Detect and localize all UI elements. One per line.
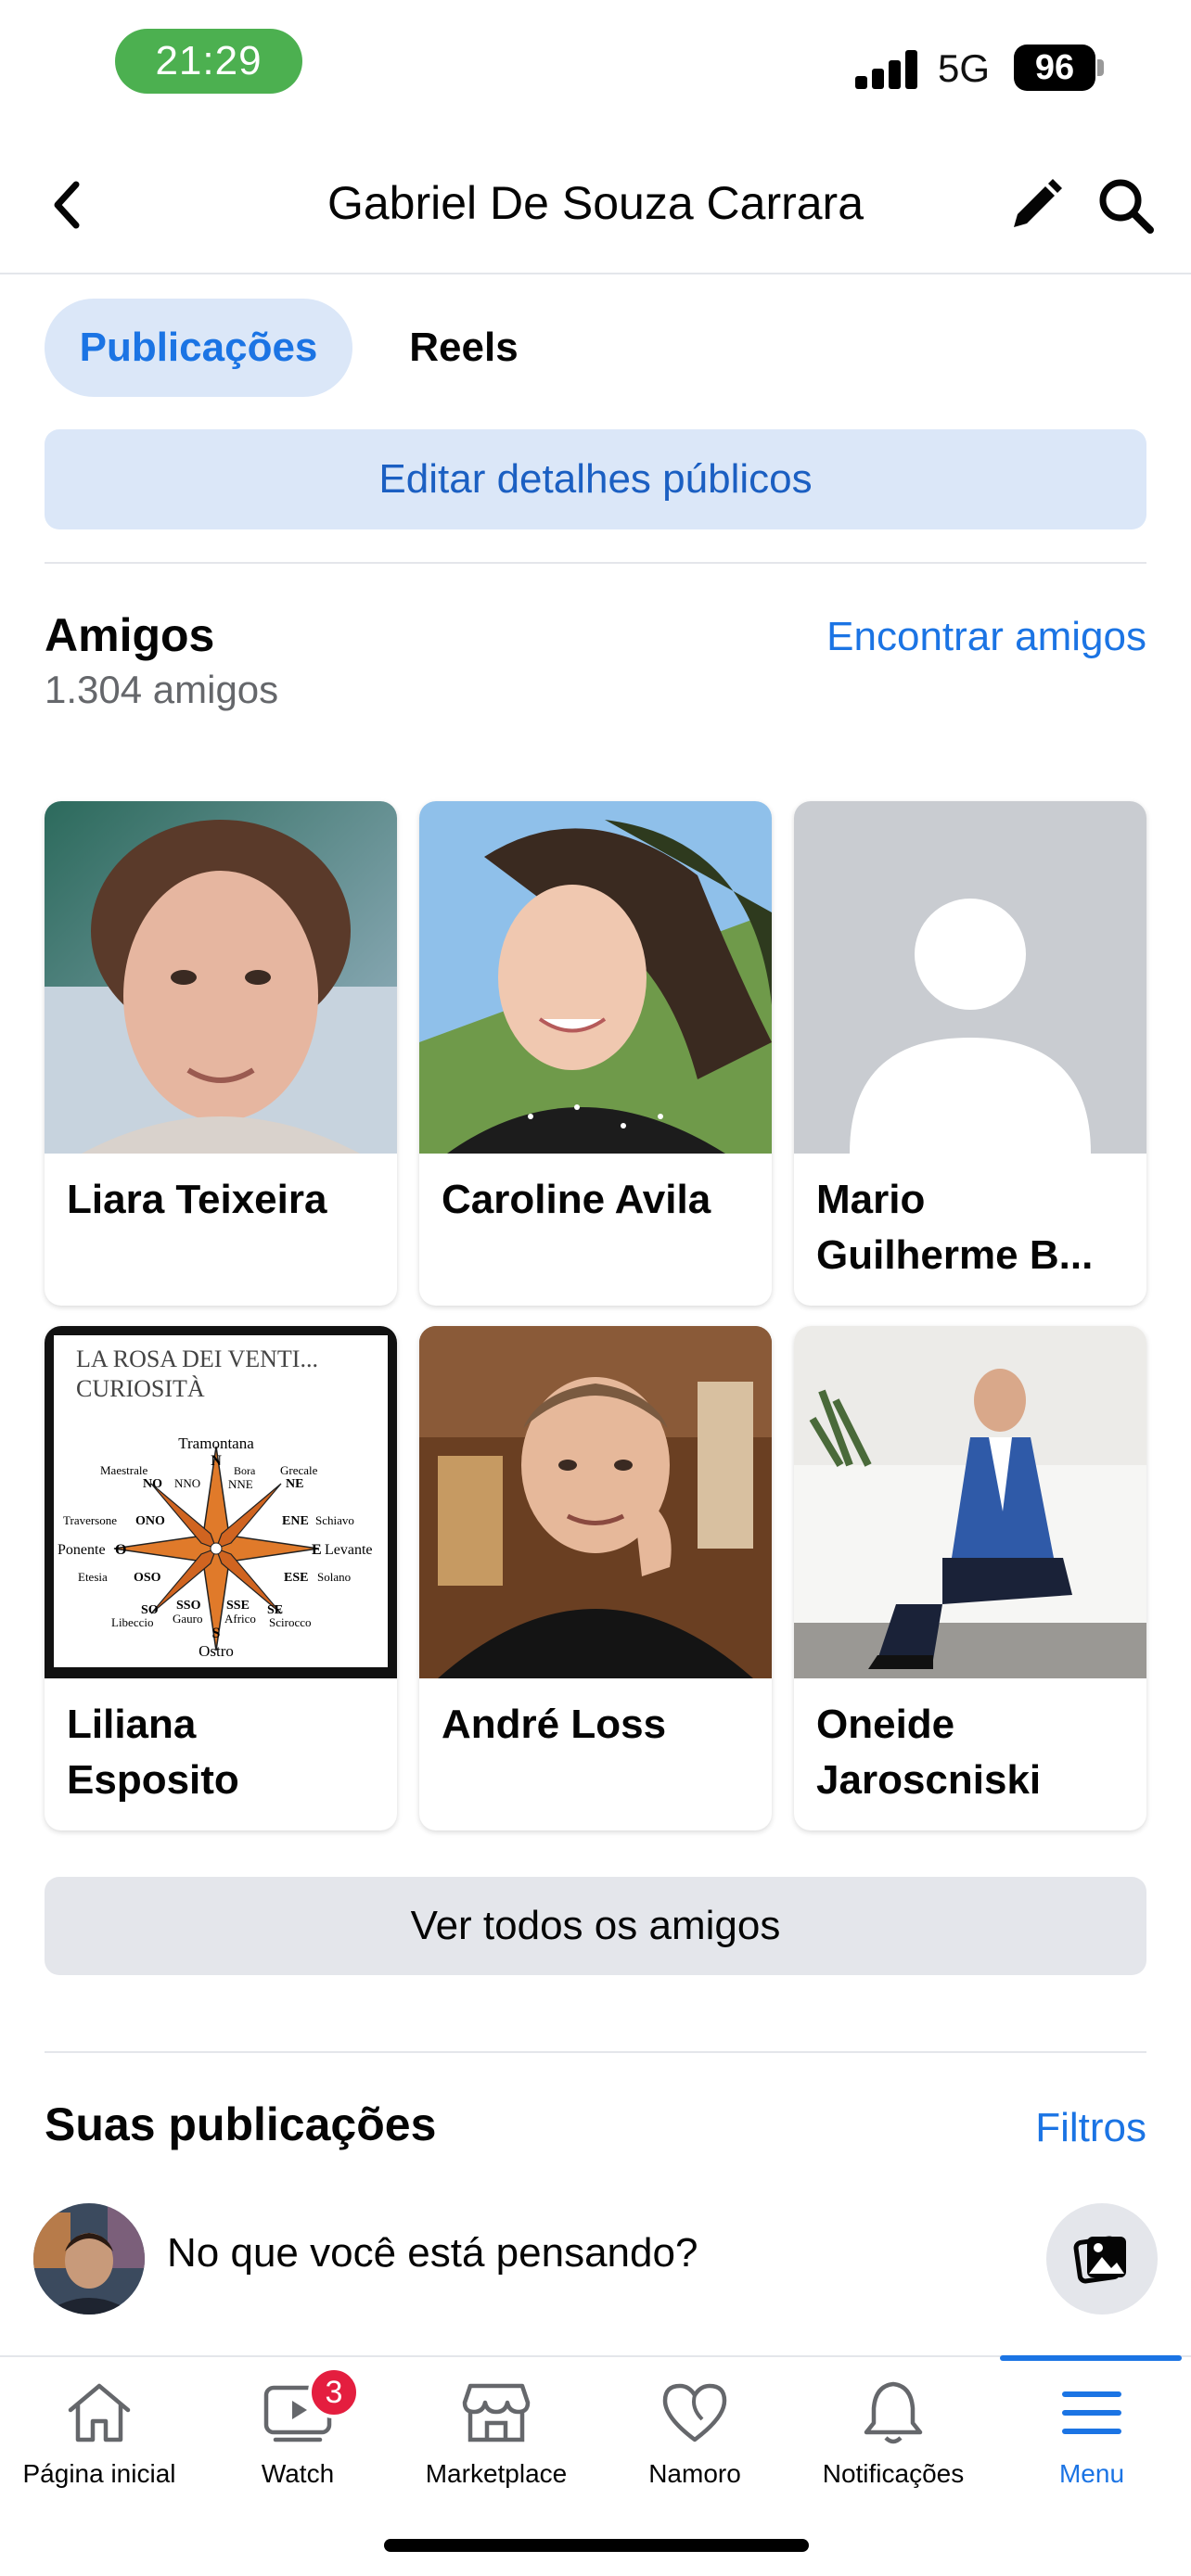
friend-name: André Loss [442, 1702, 667, 1747]
see-all-friends-button[interactable]: Ver todos os amigos [45, 1877, 1146, 1975]
svg-text:Solano: Solano [317, 1570, 351, 1584]
svg-text:Ponente: Ponente [58, 1542, 106, 1558]
pencil-icon [1014, 179, 1062, 227]
svg-text:N: N [211, 1453, 222, 1469]
default-avatar-icon [794, 801, 1146, 1154]
status-bar: 21:29 5G 96 [0, 0, 1191, 130]
menu-icon [1055, 2376, 1129, 2450]
friend-photo [45, 801, 397, 1154]
notification-badge: 3 [308, 2366, 360, 2418]
svg-text:Etesia: Etesia [78, 1570, 108, 1584]
svg-text:NNO: NNO [174, 1476, 200, 1490]
friend-photo [419, 1326, 772, 1678]
nav-label: Watch [261, 2459, 335, 2488]
chevron-left-icon [54, 181, 80, 229]
svg-text:ONO: ONO [135, 1514, 165, 1528]
friend-card-liliana[interactable]: LA ROSA DEI VENTI... CURIOSITÀ Tramontan… [45, 1326, 397, 1830]
posts-section-title: Suas publicações [45, 2098, 437, 2150]
avatar[interactable] [33, 2203, 145, 2315]
composer-prompt[interactable]: No que você está pensando? [167, 2230, 698, 2276]
friend-card-oneide[interactable]: Oneide Jaroscniski [794, 1326, 1146, 1830]
add-photo-button[interactable] [1046, 2203, 1158, 2315]
svg-text:NO: NO [143, 1477, 162, 1491]
photos-icon [1073, 2236, 1126, 2284]
back-button[interactable] [37, 172, 96, 237]
nav-label: Página inicial [22, 2459, 176, 2488]
svg-text:Bora: Bora [234, 1464, 256, 1477]
svg-text:Ostro: Ostro [198, 1642, 234, 1660]
find-friends-link[interactable]: Encontrar amigos [826, 614, 1146, 660]
svg-text:E: E [312, 1542, 322, 1558]
svg-text:Schiavo: Schiavo [315, 1513, 354, 1527]
friend-name: Caroline Avila [442, 1177, 711, 1222]
home-icon [62, 2376, 136, 2450]
divider [45, 562, 1146, 564]
tab-publicacoes[interactable]: Publicações [45, 299, 352, 397]
search-button[interactable] [1089, 172, 1163, 239]
nav-marketplace[interactable]: Marketplace [397, 2357, 596, 2506]
nav-watch[interactable]: 3 Watch [198, 2357, 397, 2506]
svg-text:Scirocco: Scirocco [269, 1615, 311, 1629]
search-icon [1099, 179, 1154, 234]
friends-section-title: Amigos [45, 609, 215, 661]
friend-name: Liliana Esposito [67, 1702, 239, 1803]
svg-text:O: O [115, 1542, 126, 1558]
battery-cap [1097, 59, 1104, 76]
svg-text:Africo: Africo [224, 1612, 256, 1626]
tab-reels[interactable]: Reels [371, 299, 557, 397]
friend-name: Mario Guilherme B... [816, 1177, 1094, 1278]
svg-text:LA ROSA DEI VENTI...: LA ROSA DEI VENTI... [76, 1345, 318, 1372]
battery-icon: 96 [1014, 45, 1095, 91]
svg-text:Traversone: Traversone [63, 1513, 117, 1527]
nav-label: Menu [1058, 2459, 1125, 2488]
friend-photo [794, 1326, 1146, 1678]
friends-count: 1.304 amigos [45, 668, 279, 711]
svg-text:SSO: SSO [176, 1599, 201, 1613]
svg-text:NNE: NNE [228, 1477, 253, 1491]
nav-notifications[interactable]: Notificações [794, 2357, 992, 2506]
network-type: 5G [938, 46, 991, 90]
friend-name: Oneide Jaroscniski [816, 1702, 1042, 1803]
filters-link[interactable]: Filtros [1035, 2105, 1146, 2151]
home-indicator [384, 2539, 809, 2552]
nav-home[interactable]: Página inicial [0, 2357, 198, 2506]
edit-profile-button[interactable] [1002, 172, 1069, 239]
svg-text:Libeccio: Libeccio [111, 1615, 153, 1629]
svg-text:SSE: SSE [226, 1599, 250, 1613]
svg-text:NE: NE [286, 1477, 303, 1491]
page-title: Gabriel De Souza Carrara [327, 177, 864, 229]
divider [45, 2051, 1146, 2053]
svg-text:OSO: OSO [134, 1571, 161, 1585]
status-time: 21:29 [115, 29, 302, 94]
svg-text:CURIOSITÀ: CURIOSITÀ [76, 1375, 205, 1402]
nav-dating[interactable]: Namoro [596, 2357, 794, 2506]
friend-card-andre[interactable]: André Loss [419, 1326, 772, 1830]
nav-label: Namoro [648, 2459, 741, 2488]
profile-header: Gabriel De Souza Carrara [0, 139, 1191, 274]
marketplace-icon [459, 2376, 533, 2450]
friend-photo [419, 801, 772, 1154]
friend-card-caroline[interactable]: Caroline Avila [419, 801, 772, 1306]
svg-text:Gauro: Gauro [173, 1612, 203, 1626]
friend-name: Liara Teixeira [67, 1177, 327, 1222]
friend-card-liara[interactable]: Liara Teixeira [45, 801, 397, 1306]
svg-text:ESE: ESE [284, 1571, 308, 1585]
nav-label: Notificações [822, 2459, 965, 2488]
dating-heart-icon [658, 2376, 732, 2450]
svg-text:S: S [212, 1626, 221, 1641]
friend-photo: LA ROSA DEI VENTI... CURIOSITÀ Tramontan… [45, 1326, 397, 1678]
nav-label: Marketplace [425, 2459, 568, 2488]
svg-text:Tramontana: Tramontana [178, 1435, 254, 1452]
svg-text:Maestrale: Maestrale [100, 1463, 147, 1477]
svg-text:ENE: ENE [282, 1514, 309, 1528]
bell-icon [856, 2376, 930, 2450]
nav-menu[interactable]: Menu [992, 2357, 1191, 2506]
edit-public-details-button[interactable]: Editar detalhes públicos [45, 429, 1146, 529]
signal-strength-icon [855, 48, 920, 89]
friend-card-mario[interactable]: Mario Guilherme B... [794, 801, 1146, 1306]
svg-text:Levante: Levante [325, 1542, 373, 1558]
svg-text:Grecale: Grecale [280, 1463, 318, 1477]
